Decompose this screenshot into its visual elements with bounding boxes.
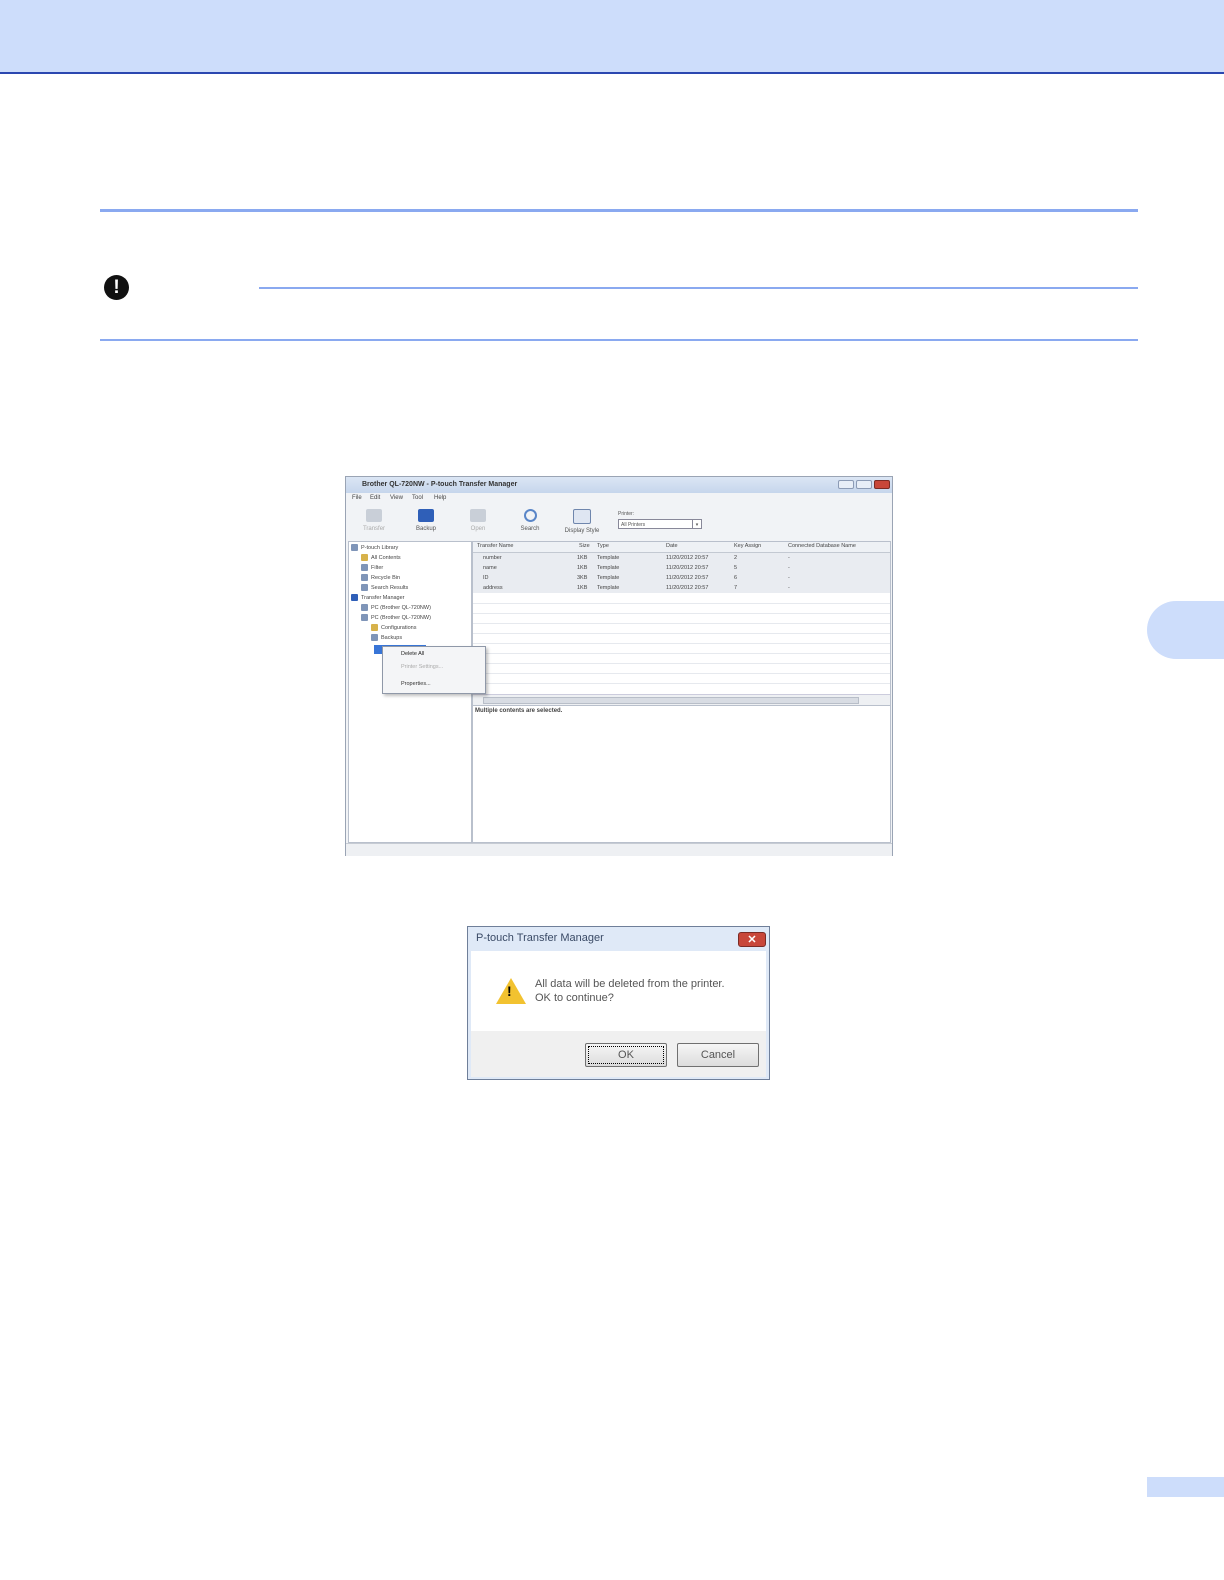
horizontal-scrollbar[interactable]: [473, 694, 890, 705]
tree-item-backups[interactable]: Backups: [371, 633, 402, 643]
table-row[interactable]: address 1KB Template 11/20/2012 20:57 7 …: [473, 583, 890, 593]
tree-item-library[interactable]: P-touch Library: [351, 543, 398, 553]
menu-edit[interactable]: Edit: [370, 495, 380, 501]
table-row[interactable]: name 1KB Template 11/20/2012 20:57 5 -: [473, 563, 890, 573]
display-style-button[interactable]: Display Style: [560, 509, 604, 534]
dialog-message: All data will be deleted from the printe…: [535, 978, 725, 1004]
list-header: Transfer Name Size Type Date Key Assign …: [473, 542, 890, 553]
table-row[interactable]: ID 3KB Template 11/20/2012 20:57 6 -: [473, 573, 890, 583]
menu-help[interactable]: Help: [434, 495, 446, 501]
detail-pane: Multiple contents are selected.: [472, 705, 891, 843]
backup-icon: [418, 509, 434, 522]
close-button[interactable]: [874, 480, 890, 489]
display-style-icon: [573, 509, 591, 524]
menu-item-properties[interactable]: Properties...: [401, 681, 431, 687]
menu-tool[interactable]: Tool: [412, 495, 423, 501]
tree-item-recycle-bin[interactable]: Recycle Bin: [361, 573, 400, 583]
grid-line: [473, 623, 890, 624]
cancel-button[interactable]: Cancel: [677, 1043, 759, 1067]
window-titlebar: Brother QL-720NW - P-touch Transfer Mana…: [346, 477, 892, 493]
tree-item-transfer-manager[interactable]: Transfer Manager: [351, 593, 405, 603]
dialog-title: P-touch Transfer Manager: [476, 932, 604, 944]
tree-item-all-contents[interactable]: All Contents: [361, 553, 401, 563]
menu-item-delete-all[interactable]: Delete All: [401, 651, 424, 657]
grid-line: [473, 663, 890, 664]
printer-select[interactable]: All Printers ▾: [618, 519, 702, 529]
context-menu: Delete All Printer Settings... Propertie…: [382, 646, 486, 694]
open-icon: [470, 509, 486, 522]
grid-line: [473, 633, 890, 634]
tree-item-search-results[interactable]: Search Results: [361, 583, 408, 593]
window-title: Brother QL-720NW - P-touch Transfer Mana…: [362, 481, 518, 488]
grid-line: [473, 643, 890, 644]
menu-view[interactable]: View: [390, 495, 403, 501]
column-size[interactable]: Size: [579, 543, 590, 549]
menu-file[interactable]: File: [352, 495, 362, 501]
column-connected-db[interactable]: Connected Database Name: [788, 543, 856, 549]
column-type[interactable]: Type: [597, 543, 609, 549]
confirm-dialog: P-touch Transfer Manager ✕ ! All data wi…: [467, 926, 770, 1080]
search-icon: [523, 509, 537, 522]
section-rule-bottom: [100, 339, 1138, 341]
dialog-close-button[interactable]: ✕: [738, 932, 766, 947]
grid-line: [473, 603, 890, 604]
tree-item-pc-1[interactable]: PC (Brother QL-720NW): [361, 603, 431, 613]
tree-item-filter[interactable]: Filter: [361, 563, 383, 573]
transfer-button[interactable]: Transfer: [356, 509, 392, 532]
column-transfer-name[interactable]: Transfer Name: [477, 543, 513, 549]
scrollbar-thumb[interactable]: [483, 697, 859, 704]
page-number-tab: [1147, 1477, 1224, 1497]
warning-mark: !: [507, 983, 512, 999]
dialog-body: ! All data will be deleted from the prin…: [471, 951, 766, 1031]
column-date[interactable]: Date: [666, 543, 678, 549]
minimize-button[interactable]: [838, 480, 854, 489]
table-row[interactable]: number 1KB Template 11/20/2012 20:57 2 -: [473, 553, 890, 563]
grid-line: [473, 613, 890, 614]
important-icon: !: [104, 275, 129, 300]
menu-item-printer-settings[interactable]: Printer Settings...: [401, 664, 443, 670]
content-list: Transfer Name Size Type Date Key Assign …: [472, 541, 891, 705]
menu-bar: File Edit View Tool Help: [346, 494, 892, 504]
status-bar: [346, 843, 892, 856]
search-button[interactable]: Search: [512, 509, 548, 532]
note-rule: [259, 287, 1138, 289]
detail-text: Multiple contents are selected.: [475, 708, 563, 714]
tree-item-pc-2[interactable]: PC (Brother QL-720NW): [361, 613, 431, 623]
grid-line: [473, 683, 890, 684]
maximize-button[interactable]: [856, 480, 872, 489]
toolbar: Transfer Backup Open Search Display Styl…: [346, 505, 892, 541]
section-rule-top: [100, 209, 1138, 212]
grid-line: [473, 673, 890, 674]
page-header-band: [0, 0, 1224, 74]
backup-button[interactable]: Backup: [408, 509, 444, 532]
open-button[interactable]: Open: [460, 509, 496, 532]
chevron-down-icon: ▾: [692, 520, 701, 528]
transfer-icon: [366, 509, 382, 522]
chapter-tab: [1147, 601, 1224, 659]
tree-item-configurations[interactable]: Configurations: [371, 623, 416, 633]
printer-label: Printer:: [618, 511, 635, 517]
column-key-assign[interactable]: Key Assign: [734, 543, 761, 549]
ok-button[interactable]: OK: [585, 1043, 667, 1067]
grid-line: [473, 653, 890, 654]
